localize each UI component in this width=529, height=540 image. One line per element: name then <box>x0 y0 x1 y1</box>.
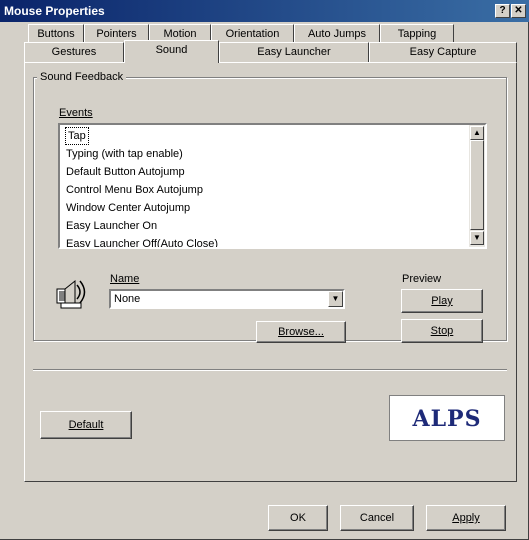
list-item[interactable]: Easy Launcher On <box>66 218 157 234</box>
scroll-thumb[interactable] <box>470 140 484 230</box>
alps-logo-text: ALPS <box>412 406 482 432</box>
sound-tab-panel: Sound Feedback Events Tap Typing (with t… <box>24 62 517 482</box>
list-item[interactable]: Tap <box>65 127 89 145</box>
preview-label: Preview <box>402 273 442 285</box>
chevron-down-icon[interactable]: ▼ <box>328 291 343 307</box>
ok-label: OK <box>290 512 306 524</box>
default-label: Default <box>68 419 104 431</box>
cancel-button[interactable]: Cancel <box>340 505 414 531</box>
tab-gestures[interactable]: Gestures <box>24 42 124 62</box>
apply-button[interactable]: Apply <box>426 505 506 531</box>
events-scrollbar[interactable]: ▲ ▼ <box>469 125 485 247</box>
sound-feedback-legend: Sound Feedback <box>37 71 127 83</box>
list-item[interactable]: Typing (with tap enable) <box>66 146 183 162</box>
divider <box>33 369 507 371</box>
default-button[interactable]: Default <box>40 411 132 439</box>
window-title: Mouse Properties <box>4 4 105 18</box>
tab-sound[interactable]: Sound <box>124 40 219 63</box>
sound-name-value: None <box>114 293 141 305</box>
tab-easy-launcher[interactable]: Easy Launcher <box>219 42 369 62</box>
browse-button[interactable]: Browse... <box>256 321 346 343</box>
play-button[interactable]: Play <box>401 289 483 313</box>
scroll-up-icon[interactable]: ▲ <box>470 126 484 140</box>
close-button[interactable]: ✕ <box>511 4 526 18</box>
scroll-down-icon[interactable]: ▼ <box>470 231 484 245</box>
list-item[interactable]: Easy Launcher Off(Auto Close) <box>66 236 218 247</box>
events-listbox[interactable]: Tap Typing (with tap enable) Default But… <box>58 123 487 249</box>
ok-button[interactable]: OK <box>268 505 328 531</box>
speaker-icon <box>56 279 86 309</box>
tab-auto-jumps[interactable]: Auto Jumps <box>294 24 380 44</box>
list-item[interactable]: Window Center Autojump <box>66 200 190 216</box>
mouse-properties-window: Mouse Properties ? ✕ Buttons Pointers Mo… <box>0 0 529 540</box>
stop-button[interactable]: Stop <box>401 319 483 343</box>
alps-logo: ALPS <box>389 395 505 441</box>
tab-easy-capture[interactable]: Easy Capture <box>369 42 517 62</box>
apply-label: Apply <box>452 512 480 524</box>
tab-orientation[interactable]: Orientation <box>211 24 294 44</box>
play-label: Play <box>431 295 453 307</box>
tab-tapping[interactable]: Tapping <box>380 24 454 44</box>
help-button[interactable]: ? <box>495 4 510 18</box>
tab-buttons[interactable]: Buttons <box>28 24 84 44</box>
sound-name-select[interactable]: None ▼ <box>109 289 345 309</box>
stop-label: Stop <box>430 325 454 337</box>
cancel-label: Cancel <box>359 512 395 524</box>
list-item[interactable]: Control Menu Box Autojump <box>66 182 203 198</box>
name-label: Name <box>110 273 140 285</box>
list-item[interactable]: Default Button Autojump <box>66 164 185 180</box>
events-label: Events <box>59 107 93 119</box>
title-bar[interactable]: Mouse Properties ? ✕ <box>0 0 529 22</box>
browse-label: Browse... <box>278 326 324 338</box>
